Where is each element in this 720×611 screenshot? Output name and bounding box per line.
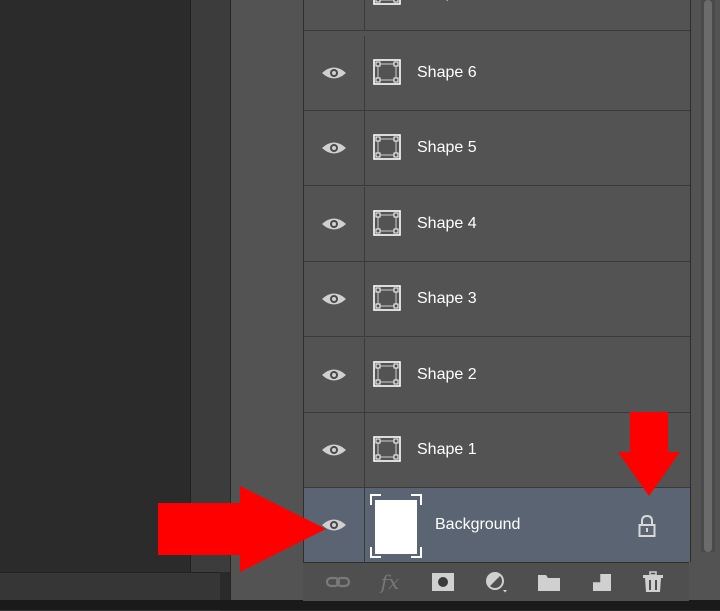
new-group-button[interactable]: [536, 570, 562, 594]
background-thumbnail: [370, 494, 422, 558]
visibility-toggle[interactable]: [304, 111, 365, 185]
shape-thumbnail-icon: [373, 134, 401, 160]
new-layer-button[interactable]: [589, 570, 615, 594]
eye-icon: [321, 0, 347, 1]
shape-thumbnail-icon: [373, 285, 401, 311]
shape-thumbnail-icon: [373, 0, 401, 5]
layer-row-background[interactable]: Background: [304, 488, 690, 562]
eye-icon: [322, 67, 346, 79]
layer-style-button[interactable]: fx: [377, 570, 403, 594]
selection-corner: [411, 494, 422, 505]
thumbnail-paper: [375, 500, 417, 554]
layer-name[interactable]: Shape 6: [417, 36, 477, 110]
add-mask-button[interactable]: [430, 570, 456, 594]
shape-thumbnail-icon: [373, 436, 401, 462]
visibility-toggle[interactable]: [304, 187, 365, 261]
selection-corner: [370, 547, 381, 558]
shape-thumbnail-icon: [373, 210, 401, 236]
window-bottom-edge: [0, 600, 720, 610]
layer-row-shape-2[interactable]: Shape 2: [304, 338, 690, 413]
layer-name[interactable]: Shape 5: [417, 111, 477, 185]
layer-row-shape-4[interactable]: Shape 4: [304, 187, 690, 262]
lock-icon[interactable]: [637, 515, 657, 537]
new-layer-icon: [593, 574, 611, 591]
link-icon: [326, 576, 350, 588]
selection-corner: [411, 547, 422, 558]
selection-corner: [370, 494, 381, 505]
layers-scrollbar[interactable]: [701, 0, 715, 552]
annotation-arrow-right: [158, 486, 326, 572]
visibility-toggle[interactable]: [304, 36, 365, 110]
layer-name[interactable]: Shape 7: [417, 0, 477, 30]
scrollbar-thumb[interactable]: [704, 0, 712, 552]
visibility-toggle[interactable]: [304, 338, 365, 412]
half-circle-icon: [486, 572, 507, 593]
layer-name[interactable]: Background: [435, 488, 520, 562]
layer-row-shape-6[interactable]: Shape 6: [304, 36, 690, 111]
layers-panel-toolbar: fx: [303, 562, 689, 601]
shape-thumbnail-icon: [373, 361, 401, 387]
layer-name[interactable]: Shape 4: [417, 187, 477, 261]
layer-name[interactable]: Shape 1: [417, 413, 477, 487]
delete-layer-button[interactable]: [640, 570, 666, 594]
layer-name[interactable]: Shape 2: [417, 338, 477, 412]
folder-icon: [538, 575, 560, 591]
trash-icon: [643, 571, 663, 592]
visibility-toggle[interactable]: [304, 0, 365, 30]
shape-thumbnail-icon: [373, 59, 401, 85]
layer-row-shape-5[interactable]: Shape 5: [304, 111, 690, 186]
annotation-arrow-down: [618, 412, 680, 496]
layer-row-shape-7[interactable]: Shape 7: [304, 0, 690, 31]
visibility-toggle[interactable]: [304, 413, 365, 487]
layer-name[interactable]: Shape 3: [417, 262, 477, 336]
fx-icon: fx: [380, 570, 400, 594]
visibility-toggle[interactable]: [304, 262, 365, 336]
adjustment-layer-button[interactable]: [483, 570, 509, 594]
eye-icon: [322, 369, 346, 381]
layer-row-shape-3[interactable]: Shape 3: [304, 262, 690, 337]
eye-icon: [322, 293, 346, 305]
eye-icon: [322, 444, 346, 456]
eye-icon: [322, 218, 346, 230]
link-layers-button[interactable]: [325, 570, 351, 594]
eye-icon: [322, 142, 346, 154]
mask-icon: [432, 573, 454, 591]
